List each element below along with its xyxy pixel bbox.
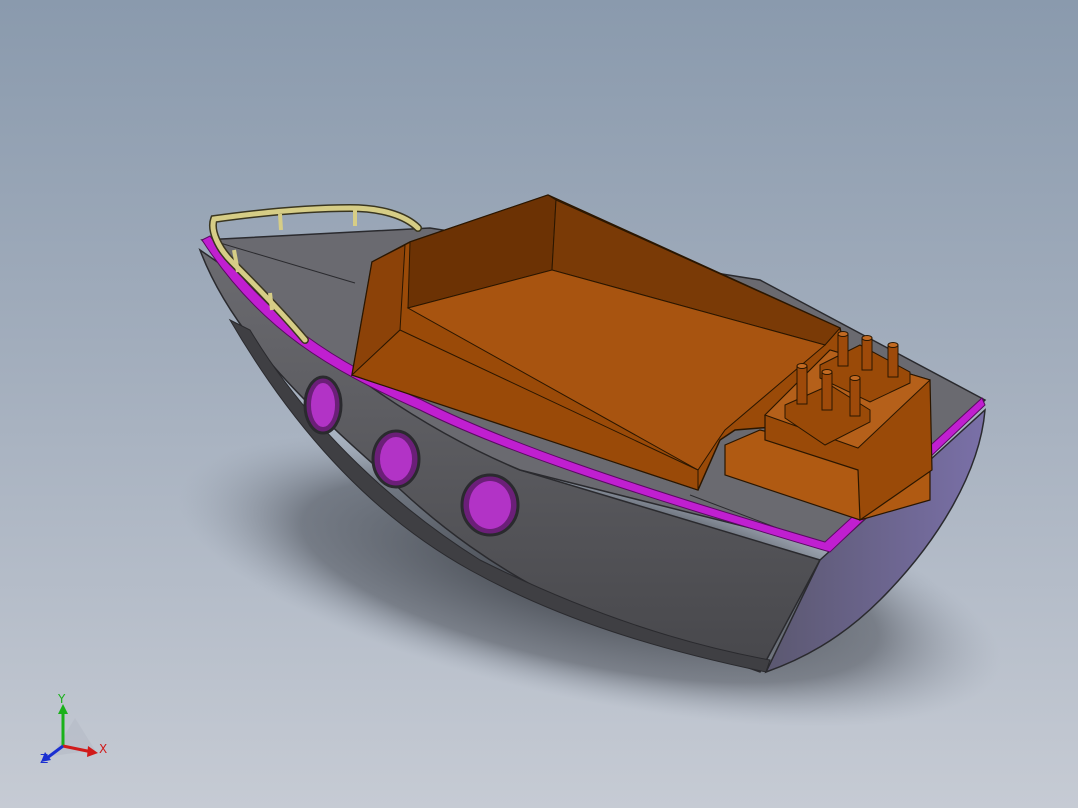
z-axis-label: Z [40, 752, 48, 766]
y-axis-label: Y [57, 692, 66, 706]
x-axis-label: X [99, 742, 107, 756]
porthole[interactable] [469, 481, 511, 529]
view-orientation-triad[interactable]: Y X Z [30, 690, 120, 770]
porthole[interactable] [311, 383, 335, 427]
graphics-viewport[interactable]: Y X Z [0, 0, 1078, 808]
boat-model-view[interactable] [0, 0, 1078, 808]
porthole[interactable] [380, 437, 412, 481]
